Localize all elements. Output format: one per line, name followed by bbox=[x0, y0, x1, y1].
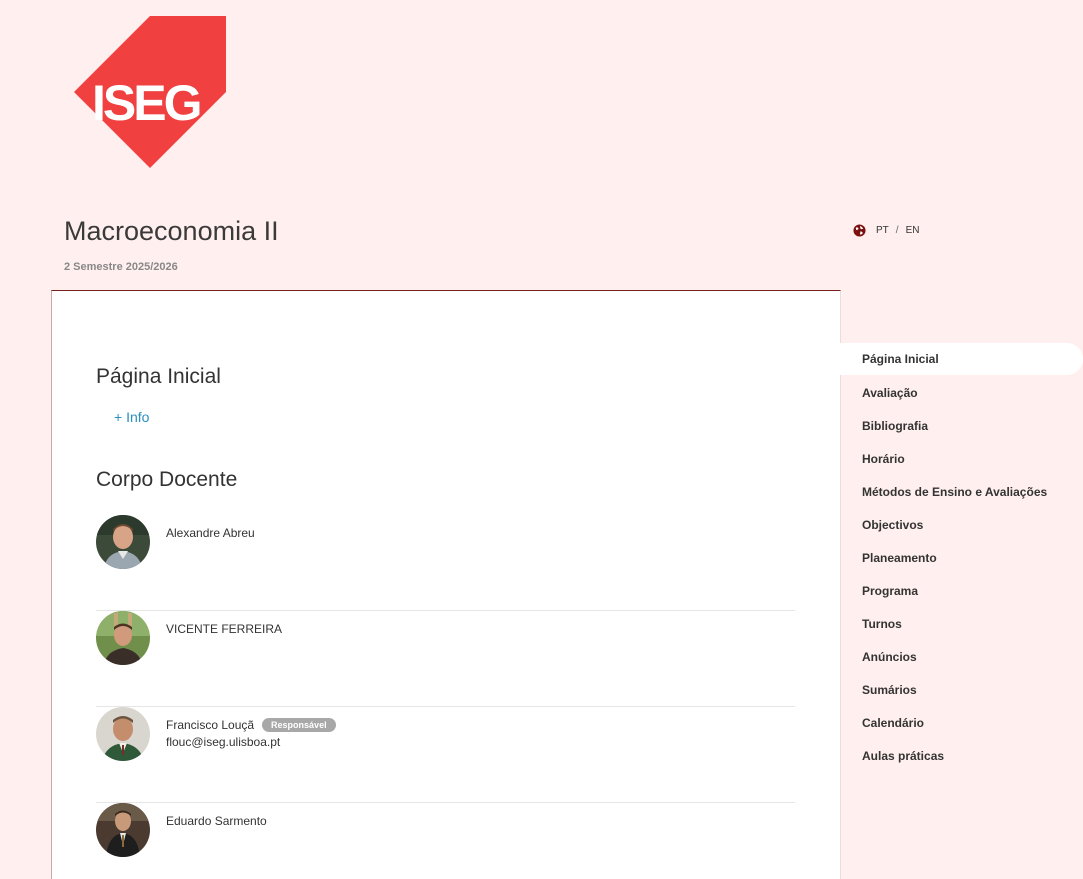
more-info-link[interactable]: + Info bbox=[114, 409, 149, 425]
nav-item-bibliografia[interactable]: Bibliografia bbox=[840, 409, 1083, 442]
nav-item-programa[interactable]: Programa bbox=[840, 574, 1083, 607]
avatar[interactable] bbox=[96, 515, 150, 569]
avatar[interactable] bbox=[96, 611, 150, 665]
semester-label: 2 Semestre 2025/2026 bbox=[64, 261, 178, 273]
globe-icon bbox=[853, 224, 866, 237]
lang-separator: / bbox=[895, 225, 899, 236]
avatar[interactable] bbox=[96, 803, 150, 857]
iseg-logo[interactable]: ISEG bbox=[74, 16, 226, 168]
staff-row: Francisco Louçã Responsável flouc@iseg.u… bbox=[96, 707, 795, 803]
staff-row: Eduardo Sarmento bbox=[96, 803, 795, 879]
avatar[interactable] bbox=[96, 707, 150, 761]
staff-title: Corpo Docente bbox=[96, 468, 238, 491]
nav-item-sumarios[interactable]: Sumários bbox=[840, 673, 1083, 706]
nav-item-turnos[interactable]: Turnos bbox=[840, 607, 1083, 640]
nav-item-anuncios[interactable]: Anúncios bbox=[840, 640, 1083, 673]
course-nav: Página Inicial Avaliação Bibliografia Ho… bbox=[840, 343, 1083, 772]
nav-item-horario[interactable]: Horário bbox=[840, 442, 1083, 475]
language-switcher: PT / EN bbox=[853, 224, 919, 237]
staff-name: VICENTE FERREIRA bbox=[166, 622, 283, 636]
nav-item-aulas-praticas[interactable]: Aulas práticas bbox=[840, 739, 1083, 772]
nav-item-pagina-inicial[interactable]: Página Inicial bbox=[840, 343, 1083, 375]
main-content: Página Inicial + Info Corpo Docente Alex… bbox=[51, 290, 841, 879]
home-title: Página Inicial bbox=[96, 365, 221, 388]
nav-item-objectivos[interactable]: Objectivos bbox=[840, 508, 1083, 541]
staff-row: VICENTE FERREIRA bbox=[96, 611, 795, 707]
nav-item-calendario[interactable]: Calendário bbox=[840, 706, 1083, 739]
lang-pt-link[interactable]: PT bbox=[876, 225, 889, 236]
staff-name: Alexandre Abreu bbox=[166, 526, 255, 540]
svg-text:ISEG: ISEG bbox=[92, 75, 200, 131]
nav-item-planeamento[interactable]: Planeamento bbox=[840, 541, 1083, 574]
nav-item-avaliacao[interactable]: Avaliação bbox=[840, 376, 1083, 409]
lang-en-link[interactable]: EN bbox=[906, 225, 920, 236]
nav-item-metodos[interactable]: Métodos de Ensino e Avaliações bbox=[840, 475, 1083, 508]
responsible-badge: Responsável bbox=[262, 718, 336, 732]
staff-name: Francisco Louçã Responsável bbox=[166, 718, 336, 732]
staff-email[interactable]: flouc@iseg.ulisboa.pt bbox=[166, 735, 280, 749]
course-title: Macroeconomia II bbox=[64, 216, 279, 246]
staff-name: Eduardo Sarmento bbox=[166, 814, 267, 828]
staff-row: Alexandre Abreu bbox=[96, 515, 795, 611]
